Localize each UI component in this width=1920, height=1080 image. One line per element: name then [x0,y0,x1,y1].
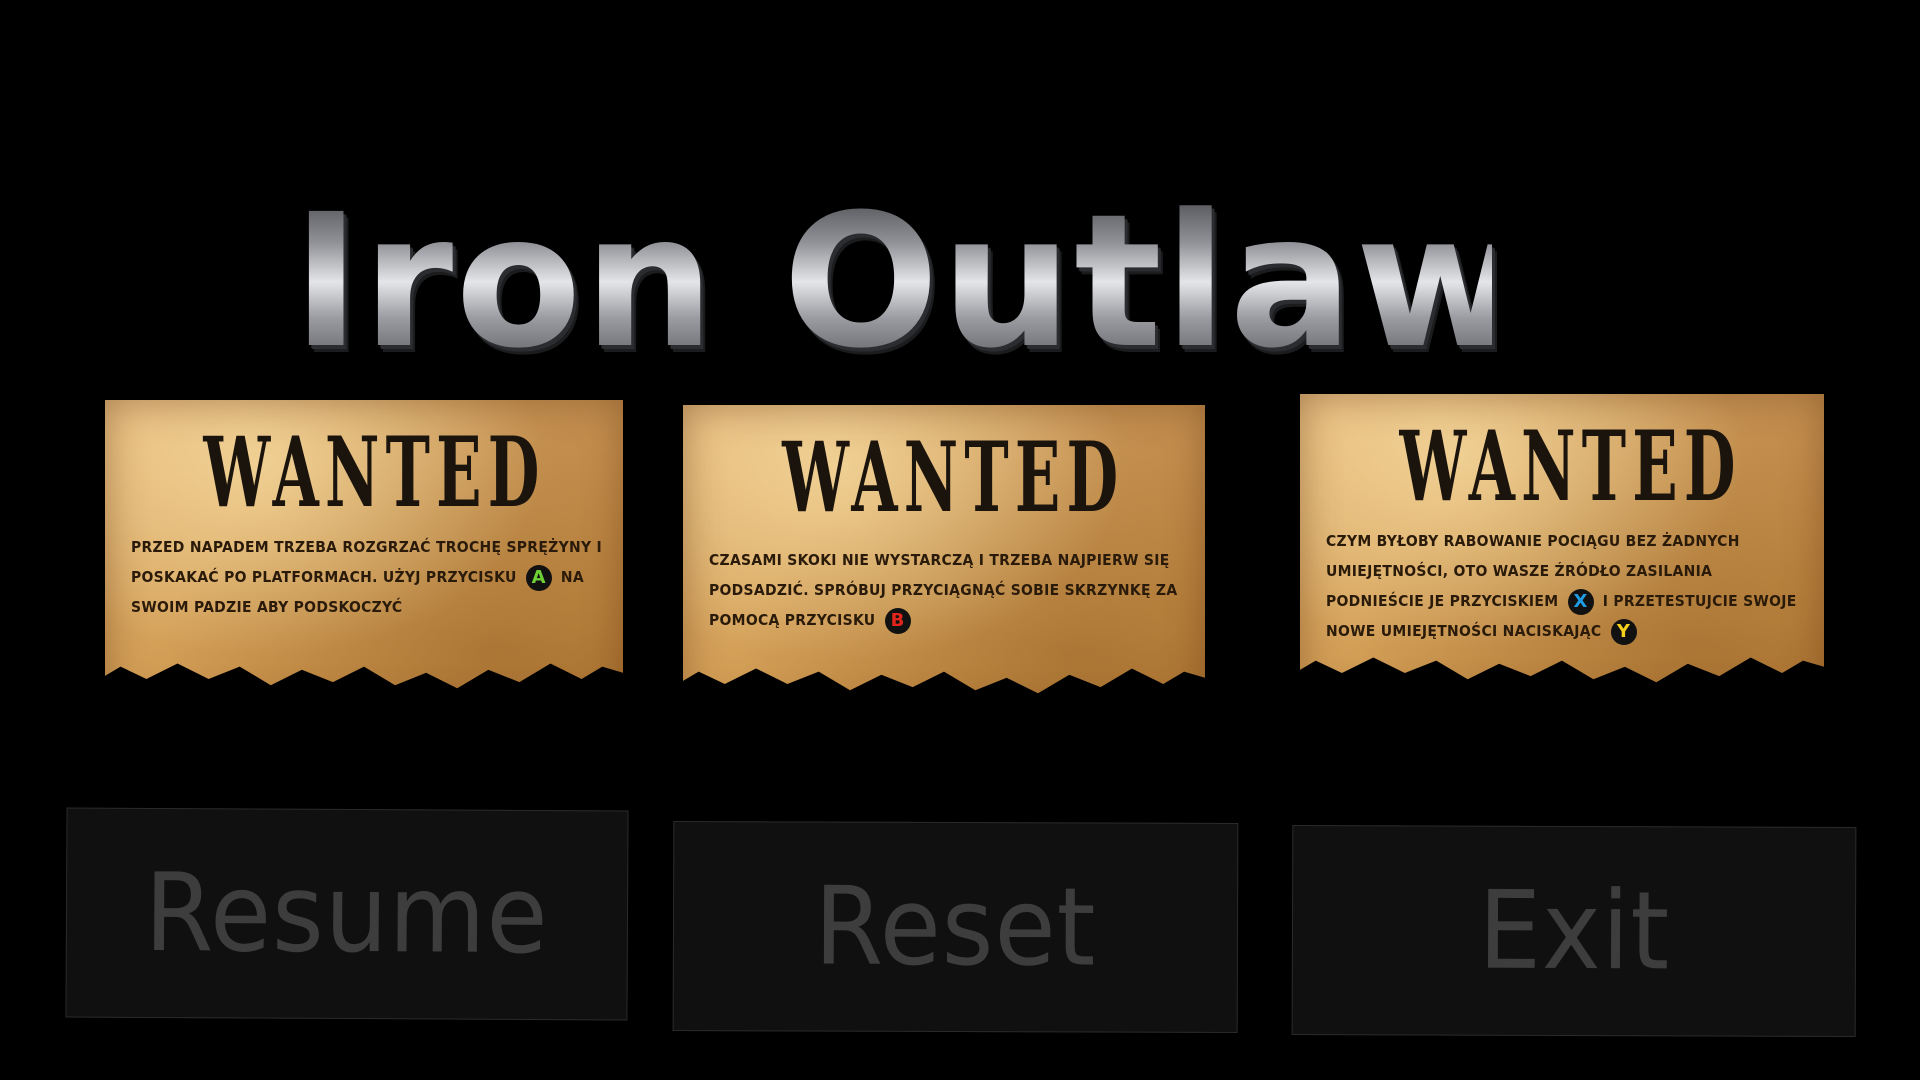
poster-instructions: CZYM BYŁOBY RABOWANIE POCIĄGU BEZ ŻADNYC… [1326,526,1806,646]
poster-instructions: PRZED NAPADEM TRZEBA ROZGRZAĆ TROCHĘ SPR… [131,532,605,622]
gamepad-y-button-icon: Y [1610,618,1637,645]
poster-heading: WANTED [782,421,1125,534]
exit-button[interactable]: Exit [1291,825,1857,1037]
resume-button-label: Resume [144,850,550,979]
game-title: Iron Outlaws [292,175,1639,389]
reset-button-label: Reset [814,864,1097,991]
exit-button-label: Exit [1477,868,1671,995]
poster-heading: WANTED [1399,410,1742,523]
poster-instructions: CZASAMI SKOKI NIE WYSTARCZĄ I TRZEBA NAJ… [709,545,1187,635]
gamepad-x-button-icon: X [1567,588,1594,615]
gamepad-b-button-icon: B [884,607,911,634]
poster-text-before: CZASAMI SKOKI NIE WYSTARCZĄ I TRZEBA NAJ… [709,551,1178,629]
poster-heading: WANTED [203,416,546,529]
resume-button[interactable]: Resume [65,807,629,1021]
reset-button[interactable]: Reset [672,821,1239,1033]
wanted-poster-jump: WANTED PRZED NAPADEM TRZEBA ROZGRZAĆ TRO… [105,400,623,689]
wanted-poster-power: WANTED CZYM BYŁOBY RABOWANIE POCIĄGU BEZ… [1300,394,1824,683]
gamepad-a-button-icon: A [525,564,552,591]
wanted-poster-pull: WANTED CZASAMI SKOKI NIE WYSTARCZĄ I TRZ… [683,405,1205,694]
